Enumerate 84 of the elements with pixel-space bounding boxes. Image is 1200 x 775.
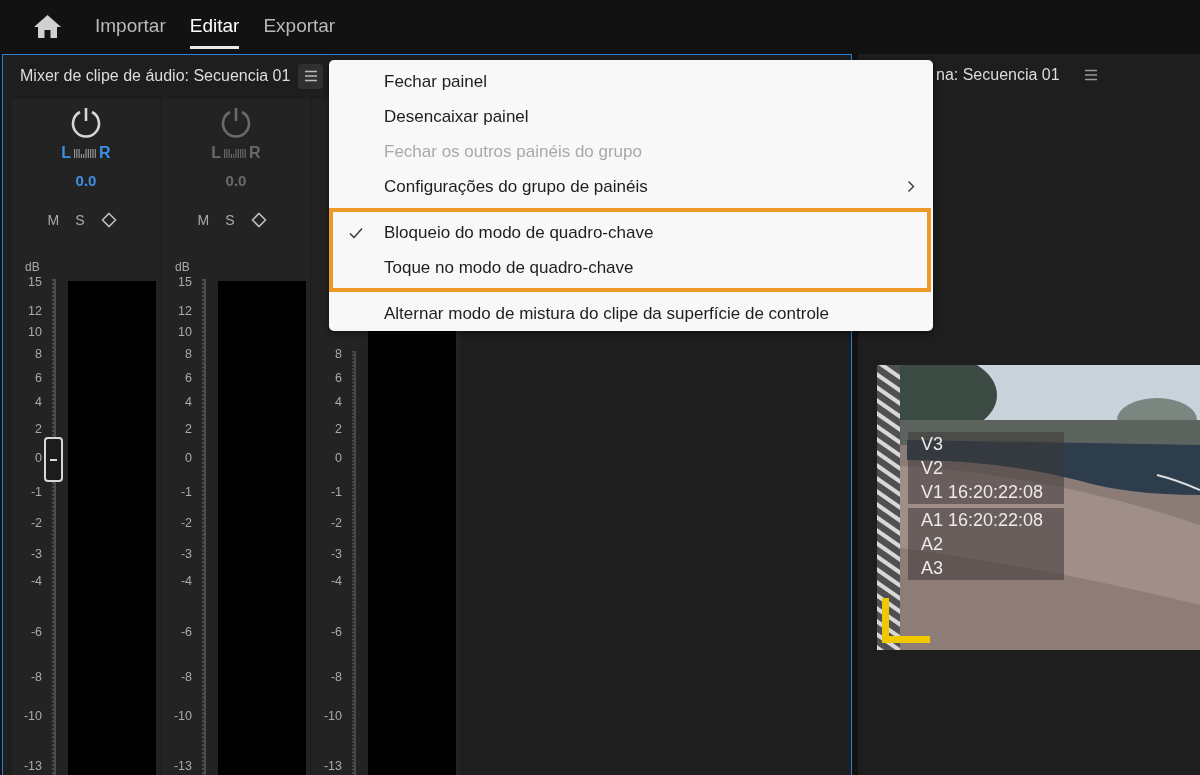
track-timecode: V2 — [921, 457, 945, 480]
db-scale-label: -8 — [329, 670, 342, 684]
pan-left-label: L — [61, 144, 72, 162]
db-scale-label: -10 — [22, 709, 42, 723]
db-scale-label: -6 — [179, 625, 192, 639]
db-scale-label: -6 — [29, 625, 42, 639]
panel-title: na: Secuencia 01 — [936, 66, 1060, 84]
db-scale-label: 8 — [184, 347, 192, 361]
db-scale-label: 2 — [184, 422, 192, 436]
pan-left-label: L — [211, 144, 222, 162]
db-scale-label: -4 — [179, 574, 192, 588]
db-scale-label: -10 — [172, 709, 192, 723]
menu-item[interactable]: Fechar painel — [329, 64, 933, 99]
pan-meter-icon[interactable] — [223, 148, 248, 158]
home-icon[interactable] — [34, 14, 61, 38]
menu-item[interactable]: Configurações do grupo de painéis — [329, 169, 933, 204]
panel-menu-button[interactable] — [298, 63, 324, 89]
db-scale-label: -8 — [29, 670, 42, 684]
db-unit-label: dB — [25, 260, 40, 274]
db-scale-label: -4 — [329, 574, 342, 588]
db-scale-label: -13 — [322, 759, 342, 773]
pan-value[interactable]: 0.0 — [75, 172, 97, 189]
power-icon[interactable] — [69, 106, 103, 140]
db-scale-label: -2 — [329, 516, 342, 530]
pan-meter-icon[interactable] — [73, 148, 98, 158]
chevron-right-icon — [907, 180, 915, 193]
nav-tab[interactable]: Editar — [189, 3, 240, 49]
nav-tab[interactable]: Importar — [95, 3, 166, 49]
db-scale-label: -6 — [329, 625, 342, 639]
db-scale-label: 10 — [27, 325, 42, 339]
track-timecode: V3 — [921, 433, 945, 456]
db-scale-label: -13 — [172, 759, 192, 773]
mute-button[interactable]: M — [197, 212, 210, 228]
db-scale-label: 6 — [334, 371, 342, 385]
pan-right-label: R — [99, 144, 111, 162]
db-scale-label: -1 — [179, 485, 192, 499]
track-timecode: A3 — [921, 557, 945, 580]
db-scale-label: -1 — [329, 485, 342, 499]
keyframe-icon[interactable] — [250, 212, 267, 228]
db-scale-label: 2 — [334, 422, 342, 436]
db-scale-label: 15 — [177, 275, 192, 289]
db-scale-label: 15 — [27, 275, 42, 289]
menu-item[interactable]: Alternar modo de mistura do clipe da superfície de controle — [329, 296, 933, 331]
solo-button[interactable]: S — [75, 212, 85, 228]
nav-tab[interactable]: Exportar — [263, 3, 336, 49]
track-timecode: A1 16:20:22:08 — [921, 509, 1045, 532]
db-scale-label: 12 — [177, 304, 192, 318]
db-scale-label: 4 — [184, 395, 192, 409]
pan-right-label: R — [249, 144, 261, 162]
keyframe-icon[interactable] — [100, 212, 117, 228]
db-scale-label: 0 — [34, 451, 42, 465]
db-scale-label: 12 — [27, 304, 42, 318]
db-scale-label: 4 — [334, 395, 342, 409]
track-timecode: A2 — [921, 533, 945, 556]
mute-button[interactable]: M — [47, 212, 60, 228]
db-scale-label: 2 — [34, 422, 42, 436]
menu-item[interactable]: Desencaixar painel — [329, 99, 933, 134]
db-scale-label: 0 — [334, 451, 342, 465]
db-scale-label: -3 — [329, 547, 342, 561]
db-scale-label: 0 — [184, 451, 192, 465]
db-scale-label: -8 — [179, 670, 192, 684]
menu-item[interactable]: Toque no modo de quadro-chave — [333, 250, 927, 285]
db-scale-label: 10 — [177, 325, 192, 339]
menu-icon[interactable] — [1083, 69, 1098, 81]
menu-icon — [303, 70, 318, 82]
db-scale-label: -1 — [29, 485, 42, 499]
db-scale-label: 6 — [184, 371, 192, 385]
db-scale-label: -3 — [29, 547, 42, 561]
db-scale-label: 4 — [34, 395, 42, 409]
db-scale-label: -2 — [179, 516, 192, 530]
db-scale-label: 6 — [34, 371, 42, 385]
db-scale-label: -4 — [29, 574, 42, 588]
track-timecode: V1 16:20:22:08 — [921, 481, 1045, 504]
panel-title: Mixer de clipe de áudio: Secuencia 01 — [20, 67, 291, 85]
db-scale-label: -10 — [322, 709, 342, 723]
db-scale-label: -3 — [179, 547, 192, 561]
db-scale-label: 8 — [334, 347, 342, 361]
db-scale-label: -2 — [29, 516, 42, 530]
fader-handle[interactable] — [44, 437, 63, 482]
db-scale-label: 8 — [34, 347, 42, 361]
db-scale-label: -13 — [22, 759, 42, 773]
menu-item[interactable]: Bloqueio do modo de quadro-chave — [333, 215, 927, 250]
db-unit-label: dB — [175, 260, 190, 274]
solo-button[interactable]: S — [225, 212, 235, 228]
